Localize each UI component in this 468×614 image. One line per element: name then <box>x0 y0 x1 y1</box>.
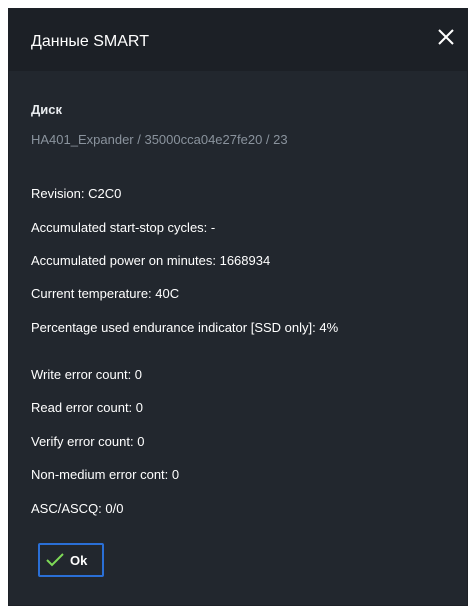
disk-label: Диск <box>31 102 62 117</box>
endurance-text: Percentage used endurance indicator [SSD… <box>31 320 339 335</box>
dialog-titlebar: Данные SMART <box>9 9 467 71</box>
smart-dialog: Данные SMART Диск HA401_Expander / 35000… <box>8 8 468 606</box>
read-error-text: Read error count: 0 <box>31 400 144 415</box>
ok-button-label: Ok <box>70 552 88 568</box>
dialog-content: Диск HA401_Expander / 35000cca04e27fe20 … <box>31 101 449 516</box>
power-on-text: Accumulated power on minutes: 1668934 <box>31 253 271 268</box>
dialog-title: Данные SMART <box>31 33 149 50</box>
start-stop-text: Accumulated start-stop cycles: - <box>31 220 216 235</box>
close-icon <box>438 29 454 45</box>
revision-text: Revision: C2C0 <box>31 186 122 201</box>
ok-button[interactable]: Ok <box>38 543 104 577</box>
checkmark-icon <box>46 553 64 567</box>
temperature-text: Current temperature: 40C <box>31 286 180 301</box>
verify-error-text: Verify error count: 0 <box>31 434 145 449</box>
non-medium-error-text: Non-medium error cont: 0 <box>31 467 180 482</box>
asc-ascq-text: ASC/ASCQ: 0/0 <box>31 501 124 516</box>
close-button[interactable] <box>435 26 457 48</box>
write-error-text: Write error count: 0 <box>31 367 143 382</box>
disk-path: HA401_Expander / 35000cca04e27fe20 / 23 <box>31 132 288 147</box>
